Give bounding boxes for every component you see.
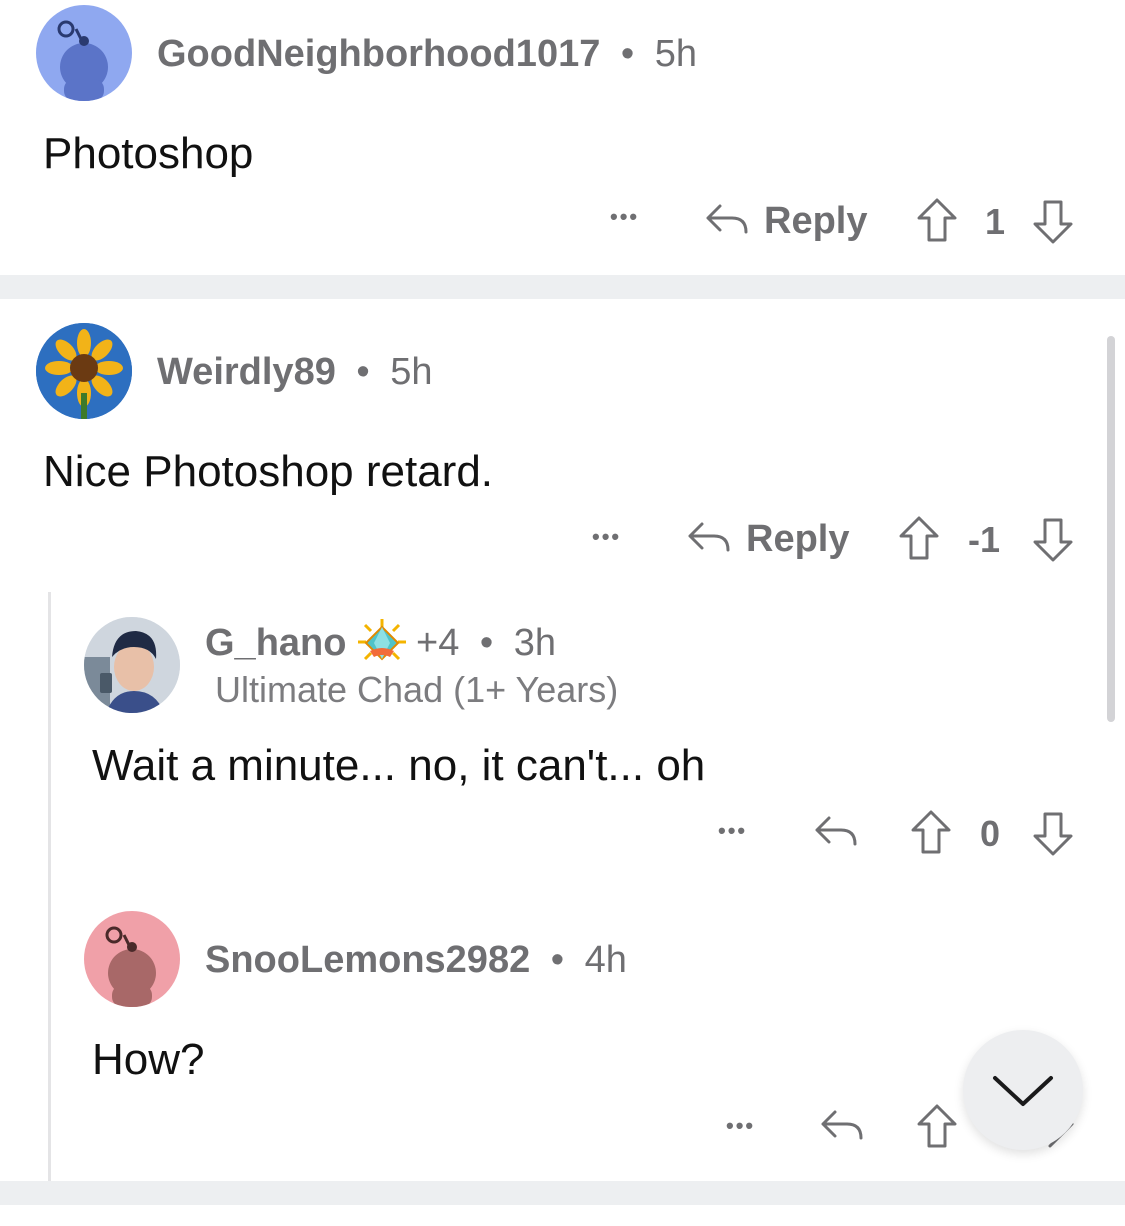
thread-line[interactable] — [48, 592, 51, 1182]
collapse-thread-button[interactable] — [963, 1030, 1083, 1150]
more-options-button[interactable]: ••• — [726, 1115, 755, 1137]
scrollbar-thumb[interactable] — [1107, 336, 1115, 722]
vote-score: 0 — [980, 813, 1001, 854]
timestamp: 3h — [513, 622, 557, 664]
user-flair: Ultimate Chad (1+ Years) — [215, 669, 619, 710]
comment-body: How? — [92, 1035, 205, 1084]
username[interactable]: SnooLemons2982 — [205, 939, 530, 981]
dot-separator: • — [550, 939, 565, 981]
upvote-arrow-icon[interactable] — [915, 1102, 959, 1155]
comment-author[interactable]: G_hano — [205, 624, 346, 662]
dot-separator: • — [620, 33, 635, 75]
user-photo-avatar[interactable] — [84, 617, 180, 713]
comment-author[interactable]: SnooLemons2982 • 4h — [205, 941, 627, 979]
more-options-button[interactable]: ••• — [592, 526, 621, 548]
comment-separator — [0, 275, 1125, 299]
timestamp: 5h — [390, 351, 433, 393]
award-count[interactable]: +4 — [416, 622, 459, 664]
reply-button[interactable]: Reply — [746, 520, 849, 558]
dot-separator: • — [479, 622, 494, 664]
chevron-down-icon — [993, 1076, 1053, 1106]
upvote-arrow-icon[interactable] — [909, 808, 953, 861]
reply-button[interactable]: Reply — [764, 202, 867, 240]
reply-arrow-icon[interactable] — [819, 1106, 865, 1151]
more-options-button[interactable]: ••• — [610, 206, 639, 228]
reply-arrow-icon[interactable] — [686, 518, 732, 563]
sunflower-avatar-icon[interactable] — [36, 323, 132, 419]
dot-separator: • — [356, 351, 370, 393]
comment-body: Nice Photoshop retard. — [43, 447, 494, 496]
upvote-arrow-icon[interactable] — [915, 196, 959, 249]
downvote-arrow-icon[interactable] — [1031, 516, 1075, 569]
username[interactable]: G_hano — [205, 622, 346, 664]
comment-body: Photoshop — [43, 129, 254, 178]
timestamp: 5h — [654, 33, 698, 75]
downvote-arrow-icon[interactable] — [1031, 810, 1075, 863]
reply-arrow-icon[interactable] — [704, 200, 750, 245]
comment-body: Wait a minute... no, it can't... oh — [92, 741, 706, 790]
vote-score: -1 — [968, 519, 1001, 560]
more-options-button[interactable]: ••• — [718, 820, 747, 842]
upvote-arrow-icon[interactable] — [897, 514, 941, 567]
username[interactable]: Weirdly89 — [157, 351, 336, 393]
comment-author[interactable]: GoodNeighborhood1017 • 5h — [157, 35, 697, 73]
reply-arrow-icon[interactable] — [813, 812, 859, 857]
downvote-arrow-icon[interactable] — [1031, 198, 1075, 251]
comment-author[interactable]: Weirdly89 • 5h — [157, 353, 433, 391]
award-icon[interactable] — [356, 617, 408, 672]
snoo-avatar-icon[interactable] — [36, 5, 132, 101]
timestamp: 4h — [584, 939, 627, 981]
award-count-meta: +4 • 3h — [416, 624, 556, 662]
vote-score: 1 — [985, 201, 1006, 242]
username[interactable]: GoodNeighborhood1017 — [157, 33, 600, 75]
bottom-separator — [0, 1181, 1125, 1205]
snoo-avatar-icon[interactable] — [84, 911, 180, 1007]
